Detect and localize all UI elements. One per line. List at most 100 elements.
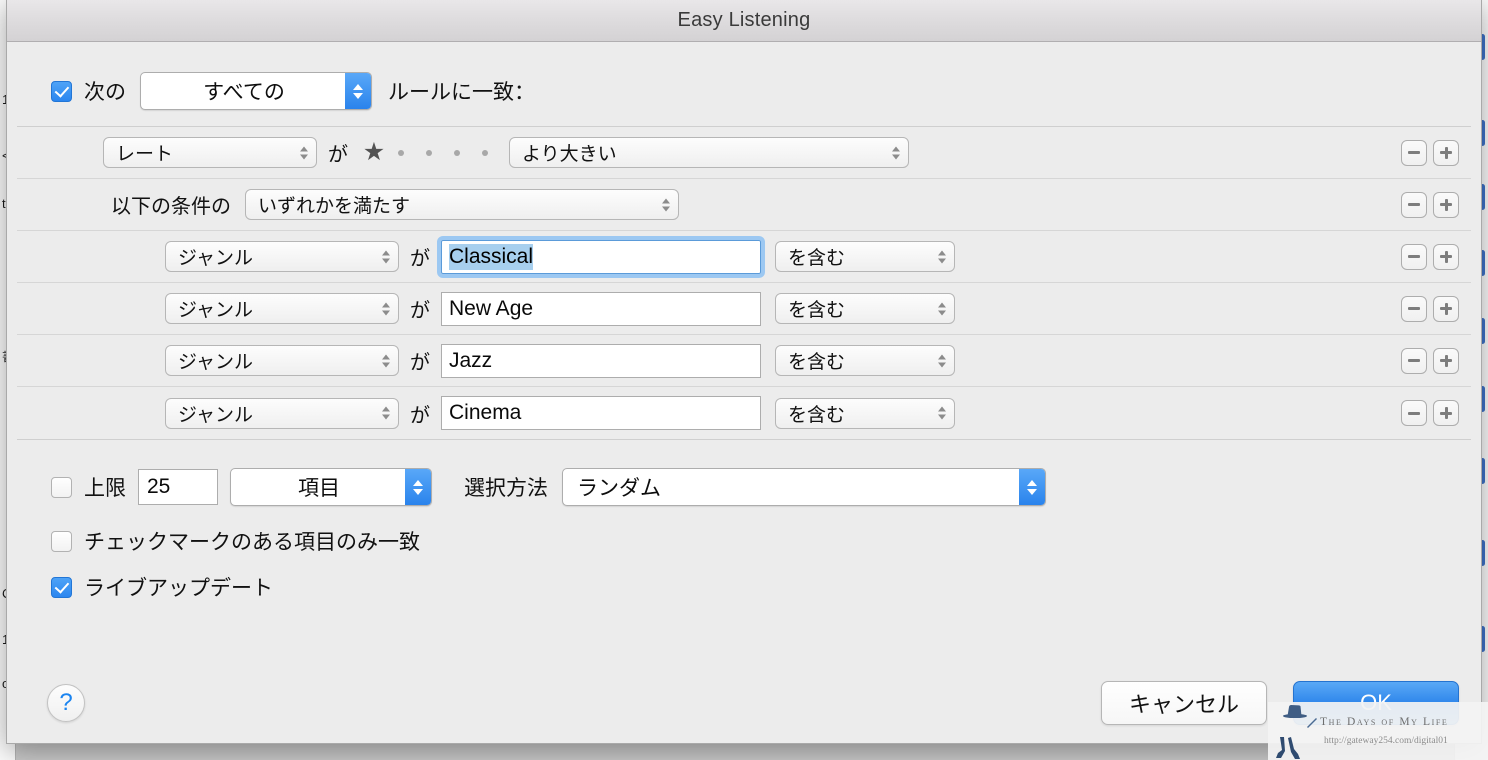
limit-unit-popup[interactable]: 項目 (230, 468, 432, 506)
limit-checkbox[interactable] (51, 476, 72, 498)
limit-value-input[interactable]: 25 (138, 469, 218, 505)
limit-row: 上限 25 項目 選択方法 ランダム (51, 468, 1481, 506)
rule-value-input[interactable]: Cinema (441, 396, 761, 430)
rule-actions (1401, 243, 1459, 270)
rule-field-popup[interactable]: レート (103, 137, 317, 168)
add-rule-button[interactable] (1433, 243, 1459, 270)
question-mark-icon: ? (59, 689, 73, 716)
rule-row: 以下の条件の いずれかを満たす (17, 179, 1471, 231)
select-by-label: 選択方法 (464, 476, 548, 500)
chevron-updown-icon (382, 354, 390, 367)
remove-rule-button[interactable] (1401, 243, 1427, 270)
select-by-value: ランダム (577, 476, 661, 500)
chevron-updown-icon (938, 406, 946, 420)
star-empty-icon[interactable] (443, 150, 471, 156)
rule-actions (1401, 139, 1459, 166)
cancel-button[interactable]: キャンセル (1101, 681, 1267, 725)
rule-value-input[interactable]: Classical (437, 235, 765, 278)
desktop-background: 1 < t 書 C 1 o Easy Listening 次の すべての (0, 0, 1488, 760)
chevron-updown-icon (938, 354, 946, 367)
rule-value-text: Cinema (449, 401, 522, 424)
chevron-updown-icon (300, 146, 308, 159)
rule-value-text: Classical (449, 243, 534, 270)
star-filled-icon[interactable]: ★ (361, 140, 387, 165)
group-operator-value: いずれかを満たす (258, 195, 411, 217)
rating-stars[interactable]: ★ (361, 140, 499, 165)
limit-value-text: 25 (147, 475, 171, 498)
rule-row: ジャンル が New Age を含む (17, 283, 1471, 335)
rule-ga-label: が (410, 298, 430, 322)
rule-ga-label: が (410, 246, 430, 270)
rule-row: ジャンル が Cinema を含む (17, 387, 1471, 439)
rule-operator-value: より大きい (522, 143, 617, 165)
checked-only-checkbox[interactable] (51, 530, 72, 552)
rule-field-value: ジャンル (178, 351, 254, 373)
match-type-value: すべての (203, 80, 285, 104)
limit-unit-value: 項目 (298, 476, 340, 500)
dialog-title: Easy Listening (677, 9, 811, 31)
smart-playlist-dialog: Easy Listening 次の すべての ルールに一致： レート が ★ よ… (6, 0, 1482, 744)
limit-label: 上限 (84, 476, 126, 500)
options-section: 上限 25 項目 選択方法 ランダム チェックマークのある項目のみ一致 ライブア… (7, 440, 1481, 602)
rule-row: レート が ★ より大きい (17, 127, 1471, 179)
match-rules-checkbox[interactable] (51, 80, 72, 102)
rule-value-input[interactable]: Jazz (441, 343, 761, 378)
match-rules-row: 次の すべての ルールに一致： (7, 42, 1481, 126)
rule-ga-label: が (328, 142, 348, 166)
ok-button-label: OK (1360, 690, 1392, 715)
remove-rule-button[interactable] (1401, 347, 1427, 374)
group-operator-popup[interactable]: いずれかを満たす (245, 189, 679, 220)
group-prefix-label: 以下の条件の (111, 194, 231, 218)
rule-field-value: レート (116, 143, 174, 165)
remove-rule-button[interactable] (1401, 400, 1427, 426)
chevron-updown-icon (405, 469, 431, 505)
add-rule-button[interactable] (1433, 191, 1459, 218)
rule-actions (1401, 191, 1459, 218)
chevron-updown-icon (382, 406, 390, 420)
rule-field-popup[interactable]: ジャンル (165, 241, 399, 272)
live-update-label: ライブアップデート (84, 576, 273, 600)
dialog-footer: ? キャンセル OK (7, 681, 1481, 725)
rule-operator-value: を含む (788, 299, 846, 321)
rule-field-value: ジャンル (178, 247, 254, 269)
select-by-popup[interactable]: ランダム (562, 468, 1046, 506)
checked-only-label: チェックマークのある項目のみ一致 (84, 530, 420, 554)
rule-field-value: ジャンル (178, 403, 254, 426)
chevron-updown-icon (382, 302, 390, 315)
rule-value-text: New Age (449, 296, 534, 320)
add-rule-button[interactable] (1433, 139, 1459, 166)
live-update-checkbox[interactable] (51, 576, 72, 598)
help-button[interactable]: ? (47, 684, 85, 722)
add-rule-button[interactable] (1433, 347, 1459, 374)
rule-operator-popup[interactable]: より大きい (509, 137, 909, 168)
rule-operator-popup[interactable]: を含む (775, 241, 955, 272)
add-rule-button[interactable] (1433, 400, 1459, 426)
remove-rule-button[interactable] (1401, 139, 1427, 166)
rule-actions (1401, 400, 1459, 426)
rule-operator-value: を含む (788, 247, 846, 269)
rule-value-text: Jazz (449, 348, 493, 372)
ok-button[interactable]: OK (1293, 681, 1459, 725)
rule-actions (1401, 295, 1459, 322)
rule-field-popup[interactable]: ジャンル (165, 345, 399, 376)
chevron-updown-icon (382, 250, 390, 263)
dialog-titlebar[interactable]: Easy Listening (7, 0, 1481, 42)
rule-row: ジャンル が Classical を含む (17, 231, 1471, 283)
rule-operator-popup[interactable]: を含む (775, 397, 955, 429)
rule-operator-popup[interactable]: を含む (775, 345, 955, 376)
star-empty-icon[interactable] (471, 150, 499, 156)
star-empty-icon[interactable] (387, 150, 415, 156)
chevron-updown-icon (1019, 469, 1045, 505)
rule-field-popup[interactable]: ジャンル (165, 397, 399, 429)
rule-value-input[interactable]: New Age (441, 291, 761, 326)
match-type-popup[interactable]: すべての (140, 72, 372, 110)
remove-rule-button[interactable] (1401, 191, 1427, 218)
rule-field-popup[interactable]: ジャンル (165, 293, 399, 324)
add-rule-button[interactable] (1433, 295, 1459, 322)
star-empty-icon[interactable] (415, 150, 443, 156)
rule-ga-label: が (410, 350, 430, 374)
chevron-updown-icon (938, 302, 946, 315)
remove-rule-button[interactable] (1401, 295, 1427, 322)
chevron-updown-icon (938, 250, 946, 263)
rule-operator-popup[interactable]: を含む (775, 293, 955, 324)
